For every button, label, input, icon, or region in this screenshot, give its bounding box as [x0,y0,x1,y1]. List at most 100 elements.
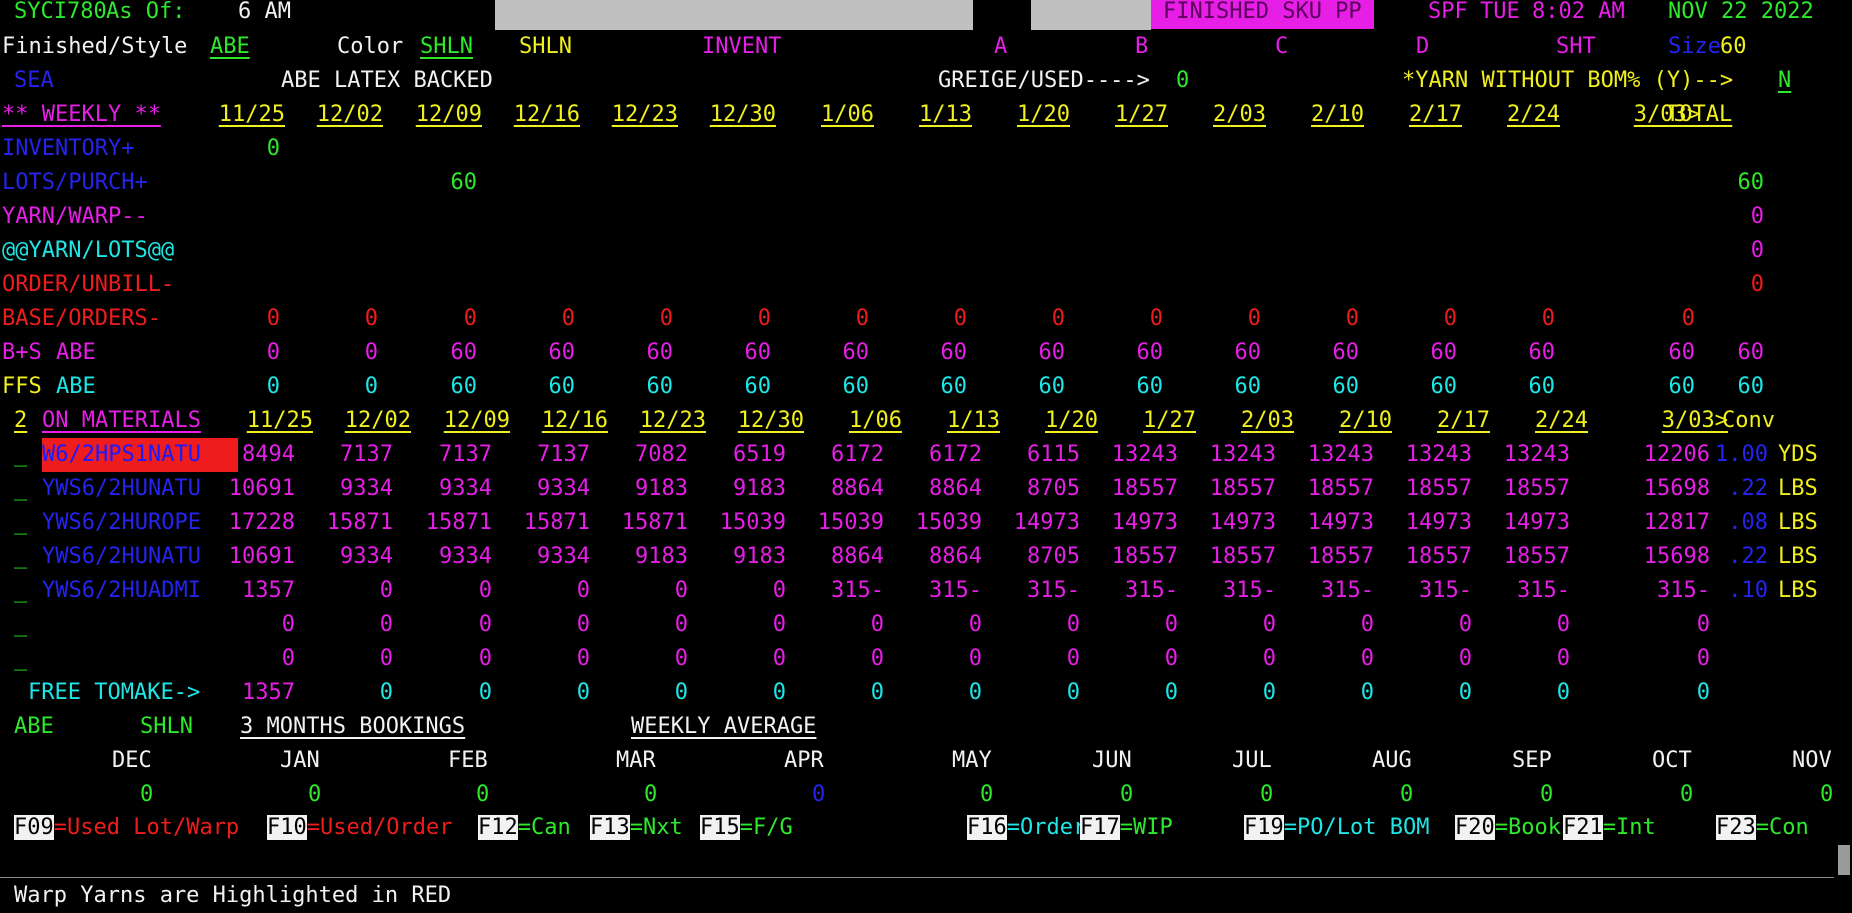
day: TUE [1480,0,1520,24]
fkey-code: F19 [1244,815,1284,840]
month-value: 0 [1260,782,1274,807]
fkey-code: F12 [478,815,518,840]
scrollbar[interactable] [1836,0,1852,910]
row-label: LOTS/PURCH+ [2,170,148,195]
row-select-field[interactable]: _ [14,642,27,676]
invent-label: INVENT [702,34,782,59]
conv-header: Conv [1722,408,1775,433]
month-label: JAN [280,748,320,773]
row-label: B+S [2,340,42,365]
status-message: Warp Yarns are Highlighted in RED [14,883,452,908]
row-cell: 60 [450,170,478,195]
row-select-field[interactable]: _ [14,438,27,472]
fkey-label: =Int [1602,815,1656,840]
row-select-field[interactable]: _ [14,540,27,574]
col-b-label: B [1135,34,1149,59]
row-label: @@YARN/LOTS@@ [2,238,175,263]
month-value: 0 [140,782,154,807]
row-total: 0 [1750,204,1764,229]
month-label: MAR [616,748,656,773]
fkey-f23[interactable]: F23=Con [1716,811,1809,845]
fkey-code: F16 [967,815,1007,840]
size-label: Size [1668,34,1721,59]
size-value: 60 [1720,34,1747,59]
fkey-f17[interactable]: F17=WIP [1080,811,1173,845]
color-input[interactable]: SHLN [420,30,504,64]
terminal-screen: SYCI780 As Of: 6 AM FINISHED SKU PP SPF … [0,0,1852,910]
fkey-f09[interactable]: F09=Used Lot/Warp [14,811,239,845]
fkey-f10[interactable]: F10=Used/Order [267,811,452,845]
greige-value: 0 [1176,68,1190,93]
row-total: 0 [1750,238,1764,263]
fkey-code: F17 [1080,815,1120,840]
col-a-label: A [994,34,1008,59]
fkey-label: =WIP [1119,815,1173,840]
fkey-f12[interactable]: F12=Can [478,811,571,845]
month-value: 0 [980,782,994,807]
fkey-label: =Nxt [629,815,683,840]
material-unit: YDS [1778,442,1818,467]
free-tomake-cell: 0 [1696,680,1710,705]
program-id: SYCI780 [14,0,107,24]
month-value: 0 [1400,782,1414,807]
row-total: 0 [1750,272,1764,297]
materials-date-header: 3/03> [1661,408,1728,433]
material-conv: .22 [1728,476,1768,501]
row-select-field[interactable]: _ [14,472,27,506]
row-total: 60 [1737,340,1765,365]
month-label: JUN [1092,748,1132,773]
col-d-label: D [1416,34,1430,59]
month-label: MAY [952,748,992,773]
color-desc: SHLN [519,34,572,59]
row-cell: 0 [1681,306,1695,331]
fkey-label: =Book [1494,815,1561,840]
fkey-f13[interactable]: F13=Nxt [590,811,683,845]
as-of-value: 6 AM [238,0,291,24]
month-value: 0 [308,782,322,807]
month-value: 0 [476,782,490,807]
color-label: Color [337,34,404,59]
message-divider [0,877,1834,878]
input-field-2[interactable] [1031,0,1151,30]
month-label: APR [784,748,824,773]
style-description: ABE LATEX BACKED [281,68,493,93]
material-unit: LBS [1778,578,1818,603]
material-unit: LBS [1778,510,1818,535]
month-value: 0 [812,782,826,807]
month-value: 0 [1540,782,1554,807]
fkey-f20[interactable]: F20=Book [1455,811,1561,845]
fkey-f19[interactable]: F19=PO/Lot BOM [1244,811,1429,845]
fkey-f21[interactable]: F21=Int [1563,811,1656,845]
yarn-bom-input[interactable]: N [1778,64,1791,98]
month-label: AUG [1372,748,1412,773]
input-field-1[interactable] [495,0,973,30]
row-select-field[interactable]: _ [14,574,27,608]
month-label: NOV [1792,748,1832,773]
month-label: FEB [448,748,488,773]
bookings-style: ABE [14,714,54,739]
material-cell: 0 [1696,646,1710,671]
fkey-code: F23 [1716,815,1756,840]
style-input[interactable]: ABE [210,30,320,64]
row-select-field[interactable]: _ [14,608,27,642]
fkey-code: F21 [1563,815,1603,840]
fkey-label: =Used Lot/Warp [53,815,240,840]
weekly-average-label: WEEKLY AVERAGE [631,714,817,739]
fkey-label: =Used/Order [306,815,453,840]
material-unit: LBS [1778,544,1818,569]
row-cell: 0 [266,136,280,161]
fkey-code: F15 [700,815,740,840]
sea-label: SEA [14,68,54,93]
fkey-code: F09 [14,815,54,840]
month-value: 0 [1680,782,1694,807]
fkey-f15[interactable]: F15=F/G [700,811,793,845]
month-value: 0 [1120,782,1134,807]
scrollbar-thumb[interactable] [1838,845,1850,875]
fkey-label: =Con [1755,815,1809,840]
row-select-field[interactable]: _ [14,506,27,540]
fkey-label: =F/G [739,815,793,840]
material-conv: 1.00 [1715,442,1768,467]
row-label: YARN/WARP-- [2,204,148,229]
month-label: DEC [112,748,152,773]
style-label: Finished/Style [2,34,188,59]
